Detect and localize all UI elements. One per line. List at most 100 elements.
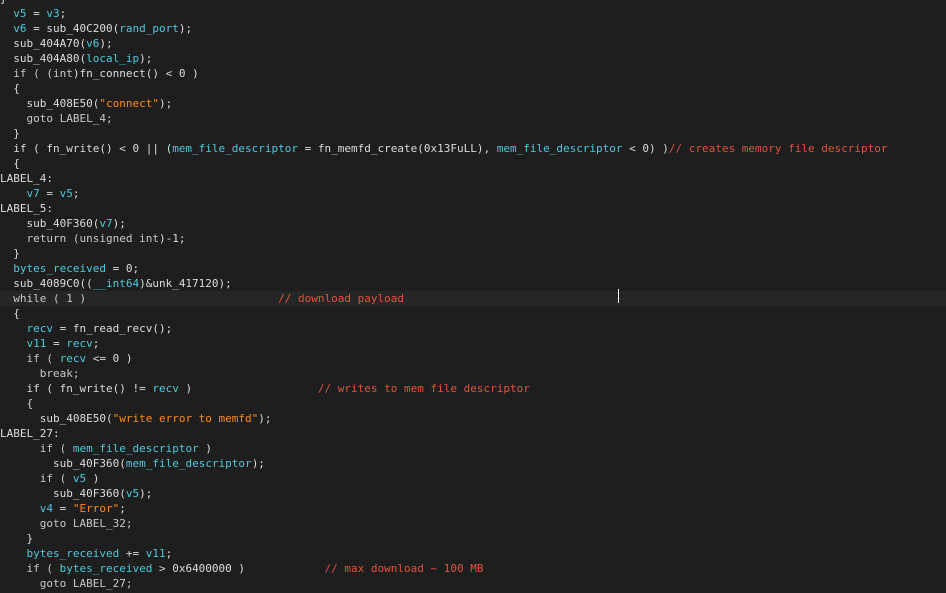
code-line[interactable]: goto LABEL_32; — [0, 516, 946, 531]
code-token: <= 0 ) — [86, 352, 133, 365]
code-line[interactable]: { — [0, 306, 946, 321]
code-token: v5 — [59, 187, 73, 200]
code-token: // creates memory file descriptor — [668, 142, 888, 155]
code-line[interactable]: sub_4089C0((__int64)&unk_417120); — [0, 276, 946, 291]
code-line[interactable]: break; — [0, 366, 946, 381]
code-token: ; — [165, 547, 173, 560]
code-line[interactable]: sub_40F360(v5); — [0, 486, 946, 501]
code-line[interactable]: if ( recv <= 0 ) — [0, 351, 946, 366]
code-token: mem_file_descriptor — [496, 142, 623, 155]
code-token: return ( — [0, 232, 80, 245]
code-token: sub_404A80( — [0, 52, 87, 65]
code-token: ; — [119, 502, 126, 515]
code-token: recv — [0, 322, 53, 335]
code-line[interactable]: if ( fn_write() < 0 || (mem_file_descrip… — [0, 141, 946, 156]
code-token: v7 — [0, 187, 40, 200]
code-line[interactable]: if ( fn_write() != recv ) // writes to m… — [0, 381, 946, 396]
code-token: += — [119, 547, 146, 560]
code-token: recv — [59, 352, 87, 365]
code-line[interactable]: if ( mem_file_descriptor ) — [0, 441, 946, 456]
code-token: ); — [178, 22, 193, 35]
code-token: ; — [72, 187, 80, 200]
code-token: recv — [66, 337, 93, 350]
code-token: __int64 — [92, 277, 140, 290]
code-line[interactable]: LABEL_4: — [0, 171, 946, 186]
code-token: > 0x6400000 ) — [152, 562, 325, 575]
code-token: )-1; — [158, 232, 186, 245]
code-token: = — [39, 187, 60, 200]
code-token: } — [0, 532, 34, 545]
code-line[interactable]: bytes_received += v11; — [0, 546, 946, 561]
code-line[interactable]: sub_404A80(local_ip); — [0, 51, 946, 66]
code-token: LABEL_5: — [0, 202, 53, 215]
code-token: ); — [258, 412, 272, 425]
code-line[interactable]: { — [0, 81, 946, 96]
code-token: v5 — [0, 7, 27, 20]
code-token: = 0; — [105, 262, 140, 275]
code-line[interactable]: sub_408E50("connect"); — [0, 96, 946, 111]
code-token: LABEL_27: — [0, 427, 60, 440]
code-token: ) — [86, 472, 100, 485]
code-token: "write error to memfd" — [112, 412, 259, 425]
code-line[interactable]: while ( 1 ) // download payload — [0, 291, 946, 306]
code-line[interactable]: if ( (int)fn_connect() < 0 ) — [0, 66, 946, 81]
code-token: ); — [139, 52, 153, 65]
code-token: v5 — [125, 487, 140, 500]
code-line[interactable]: { — [0, 156, 946, 171]
code-token: v3 — [46, 7, 60, 20]
code-token: rand_port — [119, 22, 179, 35]
code-token: // download payload — [278, 292, 404, 305]
code-token: ) — [198, 442, 212, 455]
code-token: v11 — [145, 547, 166, 560]
code-line[interactable]: bytes_received = 0; — [0, 261, 946, 276]
code-token: { — [0, 397, 34, 410]
code-line[interactable]: goto LABEL_4; — [0, 111, 946, 126]
code-token: goto LABEL_4; — [0, 112, 113, 125]
code-token: v7 — [99, 217, 113, 230]
code-line[interactable]: sub_40F360(v7); — [0, 216, 946, 231]
code-token: = — [52, 502, 73, 515]
code-token: // writes to mem file descriptor — [317, 382, 530, 395]
text-caret — [618, 289, 619, 303]
code-line[interactable]: v7 = v5; — [0, 186, 946, 201]
code-line[interactable]: { — [0, 396, 946, 411]
code-token: ; — [92, 337, 100, 350]
code-line[interactable]: sub_40F360(mem_file_descriptor); — [0, 456, 946, 471]
pseudocode-view[interactable]: } v5 = v3; v6 = sub_40C200(rand_port); s… — [0, 0, 946, 593]
code-token: v11 — [0, 337, 47, 350]
code-token: )fn_connect() < 0 ) — [72, 67, 199, 80]
code-token: if ( — [0, 442, 73, 455]
code-token: "connect" — [99, 97, 159, 110]
code-token: mem_file_descriptor — [125, 457, 252, 470]
code-token: ; — [59, 7, 67, 20]
code-token: v6 — [86, 37, 100, 50]
code-token: { — [0, 307, 20, 320]
code-line[interactable]: v11 = recv; — [0, 336, 946, 351]
code-line[interactable]: recv = fn_read_recv(); — [0, 321, 946, 336]
code-line[interactable]: sub_408E50("write error to memfd"); — [0, 411, 946, 426]
code-token: ) — [178, 382, 318, 395]
code-token: v5 — [72, 472, 87, 485]
code-line[interactable]: } — [0, 531, 946, 546]
code-token: goto LABEL_32; — [0, 517, 133, 530]
code-line[interactable]: goto LABEL_27; — [0, 576, 946, 591]
code-line[interactable]: v6 = sub_40C200(rand_port); — [0, 21, 946, 36]
code-line[interactable]: sub_404A70(v6); — [0, 36, 946, 51]
code-token: LABEL_4: — [0, 172, 53, 185]
code-line[interactable]: return (unsigned int)-1; — [0, 231, 946, 246]
code-line[interactable]: } — [0, 246, 946, 261]
code-token: ); — [139, 487, 153, 500]
code-line[interactable]: LABEL_5: — [0, 201, 946, 216]
code-line[interactable]: if ( bytes_received > 0x6400000 ) // max… — [0, 561, 946, 576]
code-line[interactable]: v5 = v3; — [0, 6, 946, 21]
code-token: goto LABEL_27; — [0, 577, 133, 590]
code-line[interactable]: v4 = "Error"; — [0, 501, 946, 516]
code-token: ); — [112, 217, 126, 230]
code-token: bytes_received — [0, 262, 106, 275]
code-line[interactable]: LABEL_27: — [0, 426, 946, 441]
code-line[interactable]: } — [0, 126, 946, 141]
code-line[interactable]: if ( v5 ) — [0, 471, 946, 486]
code-token: sub_408E50( — [0, 97, 100, 110]
code-token: } — [0, 247, 20, 260]
code-token: = — [26, 7, 47, 20]
